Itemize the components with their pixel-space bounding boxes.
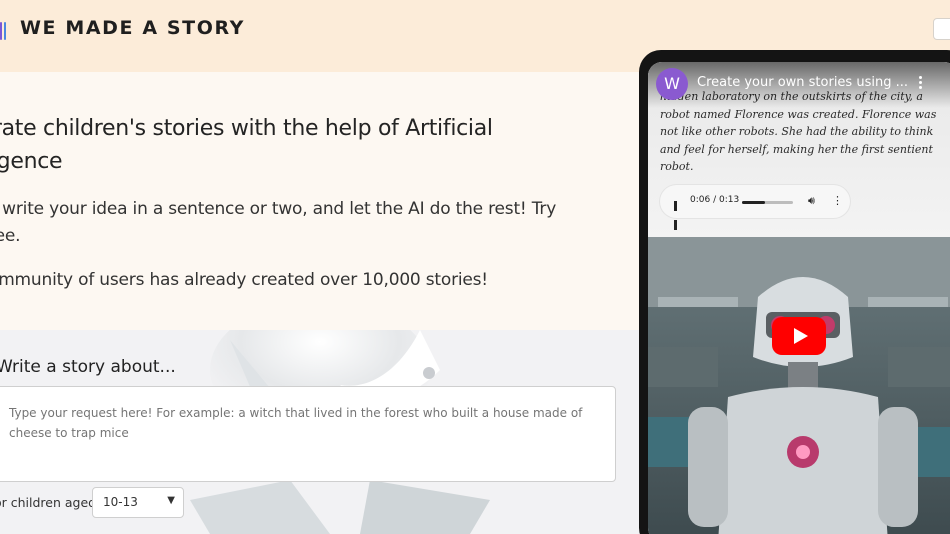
audio-time: 0:06 / 0:13	[690, 195, 740, 205]
header-button[interactable]	[933, 18, 950, 40]
channel-avatar[interactable]: W	[656, 68, 688, 100]
audio-player[interactable]: 0:06 / 0:13 🔊︎ ⋮	[660, 185, 850, 230]
phone-frame: hidden laboratory on the outskirts of th…	[639, 50, 950, 534]
video-title-bar: W Create your own stories using ...	[648, 62, 950, 108]
story-request-input[interactable]	[0, 386, 616, 482]
video-embed[interactable]: hidden laboratory on the outskirts of th…	[648, 62, 950, 534]
audio-progress-track[interactable]	[742, 201, 793, 204]
pause-icon[interactable]	[674, 196, 683, 230]
video-title[interactable]: Create your own stories using ...	[697, 75, 908, 90]
robot-thumbnail[interactable]	[648, 237, 950, 534]
robot-illustration	[648, 237, 950, 534]
audio-progress-fill	[742, 201, 766, 204]
form-title: Write a story about...	[0, 357, 176, 377]
audio-more-icon[interactable]: ⋮	[832, 194, 843, 207]
chevron-down-icon: ▼	[167, 495, 175, 506]
hero-headline: nerate children's stories with the help …	[0, 116, 493, 174]
community-count-text: ommunity of users has already created ov…	[0, 270, 488, 290]
story-form: Write a story about... or children aged …	[0, 330, 640, 534]
youtube-play-button[interactable]	[772, 317, 826, 355]
age-select[interactable]: 10-13 ▼	[92, 487, 184, 518]
hero-subline: ply write your idea in a sentence or two…	[0, 199, 557, 246]
age-selected-value: 10-13	[103, 495, 138, 509]
volume-icon[interactable]: 🔊︎	[808, 194, 815, 208]
more-options-icon[interactable]	[916, 74, 924, 92]
logo-bar-2	[0, 22, 2, 40]
age-label: or children aged	[0, 495, 97, 510]
logo-bar-3	[4, 22, 6, 40]
hero-section: nerate children's stories with the help …	[0, 72, 640, 330]
logo-icon[interactable]	[0, 22, 6, 40]
brand-name[interactable]: WE MADE A STORY	[20, 17, 245, 39]
